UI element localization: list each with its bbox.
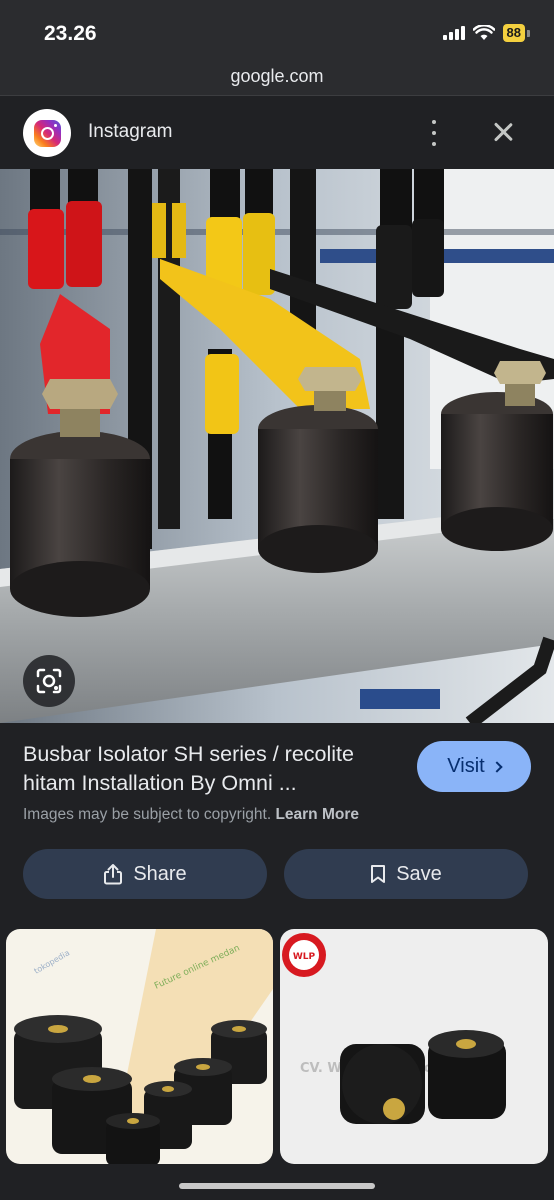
- busbar-photo: [0, 169, 554, 723]
- url-domain: google.com: [230, 66, 324, 86]
- bookmark-icon: [371, 865, 386, 883]
- close-icon[interactable]: [490, 119, 516, 145]
- lens-icon: [36, 668, 62, 694]
- save-button[interactable]: Save: [284, 849, 528, 899]
- status-time: 23.26: [44, 22, 97, 45]
- battery-icon: 88: [502, 24, 530, 42]
- share-label: Share: [133, 862, 187, 885]
- share-button[interactable]: Share: [23, 849, 267, 899]
- visit-button[interactable]: Visit: [417, 741, 531, 792]
- result-title[interactable]: Busbar Isolator SH series / recolite hit…: [23, 740, 403, 798]
- source-name[interactable]: Instagram: [88, 121, 172, 143]
- signal-icon: [442, 26, 465, 40]
- copyright-notice: Images may be subject to copyright. Lear…: [23, 806, 359, 824]
- lens-button[interactable]: [23, 655, 75, 707]
- more-vert-icon[interactable]: [424, 117, 444, 149]
- thumbnail-image-left: Future online medan tokopedia: [14, 929, 273, 1164]
- visit-label: Visit: [447, 755, 485, 777]
- related-thumbnail-right[interactable]: WLP CV. W... ...rtnik Connection: [280, 929, 548, 1164]
- main-image[interactable]: [0, 169, 554, 723]
- source-header: Instagram: [0, 97, 554, 169]
- status-icons: 88: [442, 24, 530, 42]
- wlp-logo-text: WLP: [293, 952, 316, 962]
- related-thumbnail-left[interactable]: Future online medan tokopedia: [6, 929, 273, 1164]
- instagram-icon[interactable]: [23, 109, 71, 157]
- battery-level: 88: [502, 24, 525, 42]
- thumbnail-image-right: WLP CV. W... ...rtnik Connection: [282, 933, 506, 1124]
- status-bar: 23.26 88: [0, 0, 554, 62]
- watermark-text-2: tokopedia: [33, 948, 72, 976]
- save-label: Save: [396, 862, 442, 885]
- home-indicator[interactable]: [179, 1183, 375, 1189]
- copyright-text: Images may be subject to copyright.: [23, 806, 272, 823]
- wifi-icon: [472, 25, 495, 40]
- share-icon: [104, 864, 123, 885]
- url-bar[interactable]: google.com: [0, 62, 554, 96]
- learn-more-link[interactable]: Learn More: [275, 806, 359, 823]
- chevron-right-icon: [491, 760, 503, 773]
- bottom-area: [0, 1164, 554, 1200]
